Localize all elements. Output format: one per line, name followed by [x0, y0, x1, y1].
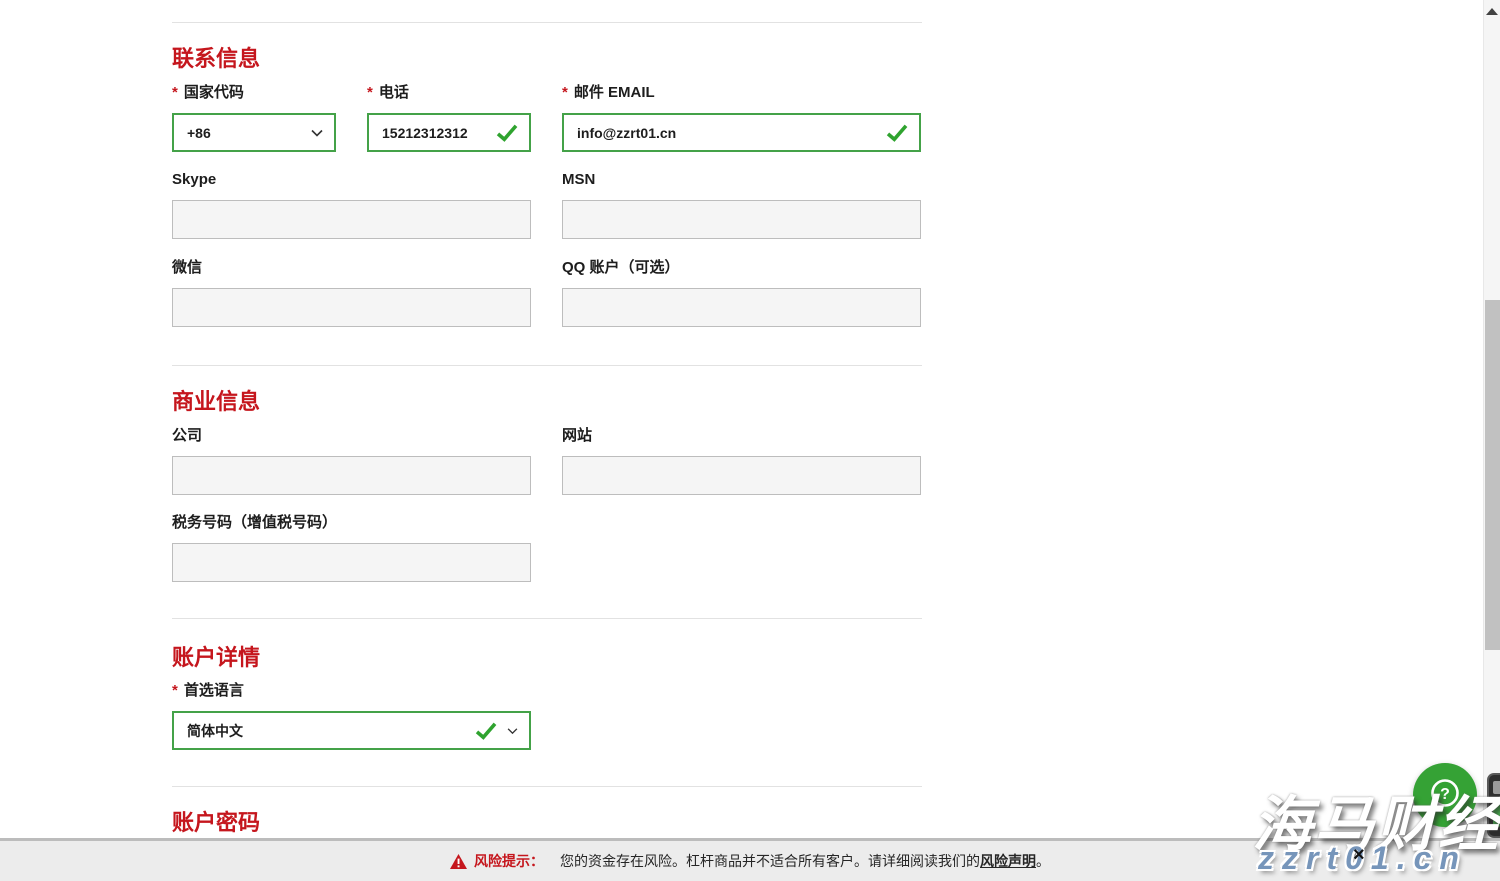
required-asterisk: * [367, 84, 373, 101]
wechat-input[interactable] [173, 289, 530, 326]
msn-input-wrap [562, 200, 921, 239]
wechat-input-wrap [172, 288, 531, 327]
chevron-down-icon [507, 727, 518, 734]
language-select[interactable]: 简体中文 [172, 711, 531, 750]
qq-label: QQ 账户（可选） [562, 259, 921, 276]
contact-section-title: 联系信息 [172, 47, 922, 71]
section-divider [172, 22, 922, 23]
msn-label: MSN [562, 171, 921, 188]
phone-label: * 电话 [367, 84, 531, 101]
wechat-label: 微信 [172, 259, 531, 276]
phone-input-wrap [367, 113, 531, 152]
risk-title: 风险提示： [474, 851, 544, 871]
help-button[interactable]: ? [1413, 763, 1477, 827]
country-code-label: * 国家代码 [172, 84, 336, 101]
side-widget-detail [1493, 781, 1500, 794]
language-label: * 首选语言 [172, 682, 531, 699]
password-section-title: 账户密码 [172, 811, 922, 835]
company-input-wrap [172, 456, 531, 495]
section-divider [172, 618, 922, 619]
contact-row-3: 微信 QQ 账户（可选） [172, 259, 922, 327]
side-widget-tab[interactable] [1487, 773, 1500, 838]
phone-field: * 电话 [367, 84, 531, 152]
company-input[interactable] [173, 457, 530, 494]
phone-label-text: 电话 [379, 84, 409, 101]
tax-number-input-wrap [172, 543, 531, 582]
website-input-wrap [562, 456, 921, 495]
required-asterisk: * [172, 682, 178, 699]
risk-notice-bar: 风险提示： 您的资金存在风险。杠杆商品并不适合所有客户。请详细阅读我们的风险声明… [0, 838, 1500, 881]
wechat-field: 微信 [172, 259, 531, 327]
country-code-value: +86 [174, 125, 211, 141]
section-divider [172, 365, 922, 366]
email-field: * 邮件 EMAIL [562, 84, 921, 152]
language-value: 简体中文 [174, 721, 243, 741]
warning-triangle-icon [450, 854, 467, 869]
account-row-1: * 首选语言 简体中文 [172, 682, 922, 750]
business-section-title: 商业信息 [172, 390, 922, 414]
skype-input-wrap [172, 200, 531, 239]
qq-input[interactable] [563, 289, 920, 326]
section-divider [172, 786, 922, 787]
scrollbar[interactable] [1483, 0, 1500, 881]
company-label: 公司 [172, 427, 531, 444]
risk-statement-link[interactable]: 风险声明 [980, 851, 1036, 871]
registration-form: 联系信息 * 国家代码 +86 * 电话 * 邮件 EMAIL Skype [172, 0, 922, 835]
business-row-2: 税务号码（增值税号码） [172, 514, 922, 582]
company-field: 公司 [172, 427, 531, 495]
skype-field: Skype [172, 171, 531, 239]
email-label: * 邮件 EMAIL [562, 84, 921, 101]
msn-input[interactable] [563, 201, 920, 238]
language-label-text: 首选语言 [184, 682, 244, 699]
risk-text-suffix: 。 [1036, 851, 1050, 871]
chevron-down-icon [311, 129, 323, 137]
account-section-title: 账户详情 [172, 646, 922, 670]
required-asterisk: * [562, 84, 568, 101]
close-icon[interactable]: × [1353, 845, 1365, 865]
tax-number-input[interactable] [173, 544, 530, 581]
valid-check-icon [886, 124, 908, 142]
msn-field: MSN [562, 171, 921, 239]
email-label-text: 邮件 EMAIL [574, 84, 655, 101]
tax-number-field: 税务号码（增值税号码） [172, 514, 531, 582]
website-field: 网站 [562, 427, 921, 495]
scrollbar-thumb[interactable] [1485, 300, 1500, 650]
svg-text:?: ? [1440, 786, 1450, 803]
website-label: 网站 [562, 427, 921, 444]
valid-check-icon [496, 124, 518, 142]
skype-input[interactable] [173, 201, 530, 238]
contact-row-1: * 国家代码 +86 * 电话 * 邮件 EMAIL [172, 84, 922, 152]
qq-input-wrap [562, 288, 921, 327]
country-code-select[interactable]: +86 [172, 113, 336, 152]
email-input-wrap [562, 113, 921, 152]
risk-text: 您的资金存在风险。杠杆商品并不适合所有客户。请详细阅读我们的 [560, 851, 980, 871]
language-field: * 首选语言 简体中文 [172, 682, 531, 750]
side-widget-green-slot [1493, 803, 1500, 827]
tax-number-label: 税务号码（增值税号码） [172, 514, 531, 531]
skype-label: Skype [172, 171, 531, 188]
scroll-up-arrow[interactable] [1486, 8, 1498, 15]
question-bubble-icon: ? [1424, 774, 1466, 816]
required-asterisk: * [172, 84, 178, 101]
valid-check-icon [475, 722, 497, 740]
country-code-label-text: 国家代码 [184, 84, 244, 101]
website-input[interactable] [563, 457, 920, 494]
email-input[interactable] [564, 115, 919, 150]
contact-row-2: Skype MSN [172, 171, 922, 239]
business-row-1: 公司 网站 [172, 427, 922, 495]
country-code-field: * 国家代码 +86 [172, 84, 336, 152]
qq-field: QQ 账户（可选） [562, 259, 921, 327]
